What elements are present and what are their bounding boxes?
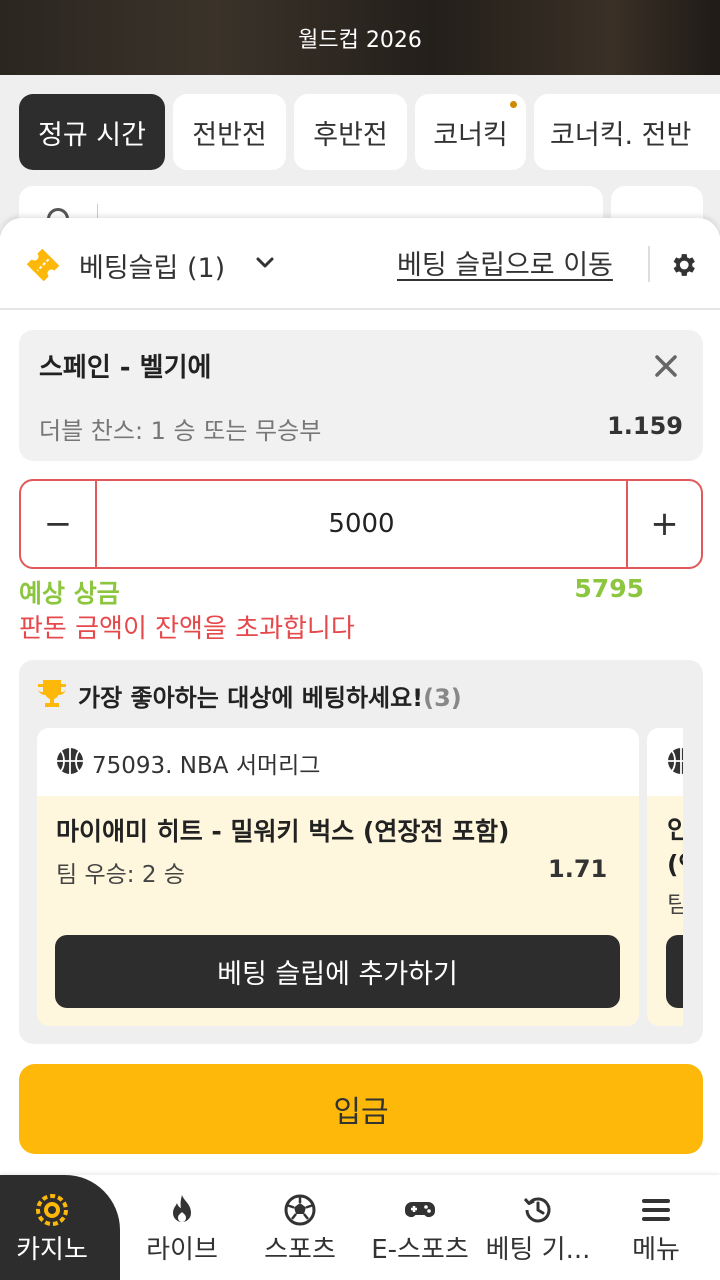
tab-regular-time[interactable]: 정규 시간 [19,94,165,170]
potential-win-label: 예상 상금 [19,579,120,608]
bet-slip-title[interactable]: 베팅슬립 (1) [79,246,225,285]
period-tabs: 정규 시간 전반전 후반전 코너킥 코너킥. 전반 [19,94,720,170]
trophy-icon [37,680,67,707]
page-title: 월드컵 2026 [298,28,422,53]
add-to-bet-slip-button[interactable]: 베팅 슬립에 추가하기 [55,935,620,1008]
recommended-match: 인 [667,815,683,844]
fire-icon [173,1195,191,1222]
recommended-match: (연 [667,850,683,879]
divider [648,246,650,282]
nav-item-bet-history[interactable]: 베팅 기... [480,1175,596,1280]
tab-corners-first-half[interactable]: 코너킥. 전반 [534,94,720,170]
selection-match: 스페인 - 벨기에 [39,353,212,383]
recommended-league: 75093. NBA 서머리그 [92,753,321,779]
nav-label: 라이브 [146,1235,218,1265]
deposit-button[interactable]: 입금 [19,1064,703,1154]
nav-label: 카지노 [16,1235,88,1265]
basketball-icon [57,748,83,774]
stake-error-message: 판돈 금액이 잔액을 초과합니다 [19,614,355,644]
go-to-bet-slip-link[interactable]: 베팅 슬립으로 이동 [397,243,613,282]
chip-icon [36,1194,68,1226]
nav-item-casino[interactable]: 카지노 [0,1175,104,1280]
tab-corners[interactable]: 코너킥 [415,94,526,170]
stake-plus-button[interactable]: + [628,481,701,567]
nav-item-menu[interactable]: 메뉴 [596,1175,716,1280]
gamepad-icon [404,1202,436,1218]
stake-input[interactable] [97,481,626,567]
recommended-market: 팀 우승: 2 승 [56,862,185,888]
recommended-market: 팀 [667,892,683,918]
notification-dot [510,101,517,108]
close-icon[interactable] [652,352,680,380]
tab-second-half[interactable]: 후반전 [294,94,407,170]
promo-count: (3) [423,684,462,712]
gear-icon[interactable] [668,250,698,280]
tab-first-half[interactable]: 전반전 [173,94,286,170]
selection-market: 더블 찬스: 1 승 또는 무승부 [39,417,322,445]
stake-minus-button[interactable]: − [21,481,95,567]
menu-icon [642,1199,670,1221]
add-to-bet-slip-button[interactable] [666,935,683,1008]
recommended-odds: 1.71 [548,855,608,883]
recommended-match: 마이애미 히트 - 밀워키 벅스 (연장전 포함) [56,817,510,846]
promo-title: 가장 좋아하는 대상에 베팅하세요!(3) [78,684,462,712]
nav-item-esports[interactable]: E-스포츠 [360,1175,480,1280]
history-icon [523,1197,551,1223]
nav-label: E-스포츠 [371,1235,469,1265]
nav-item-sports[interactable]: 스포츠 [240,1175,360,1280]
soccer-ball-icon [284,1194,316,1226]
nav-label: 베팅 기... [485,1235,591,1265]
nav-label: 메뉴 [632,1235,680,1265]
promo-panel-edge [683,728,703,1026]
nav-label: 스포츠 [264,1235,336,1265]
selection-odds: 1.159 [607,412,683,440]
ticket-icon [26,248,60,282]
potential-win-value: 5795 [574,574,644,603]
nav-item-live[interactable]: 라이브 [124,1175,240,1280]
chevron-down-icon[interactable] [253,251,277,275]
